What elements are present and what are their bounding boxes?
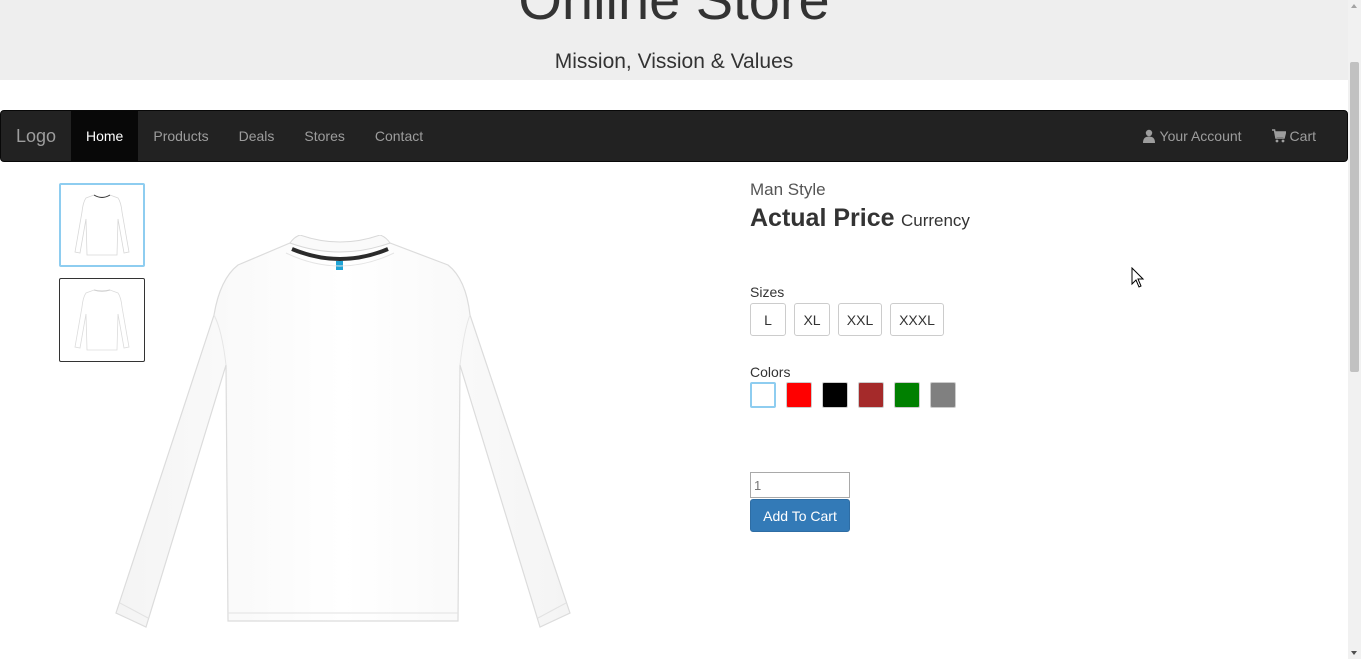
scrollbar-thumb[interactable] — [1350, 62, 1359, 372]
colors-label: Colors — [750, 364, 791, 380]
mouse-cursor-icon — [1131, 266, 1145, 289]
nav-item-stores[interactable]: Stores — [289, 111, 359, 161]
color-swatch-red[interactable] — [786, 382, 812, 408]
nav-right: Your Account Cart — [1127, 111, 1331, 161]
nav-item-deals[interactable]: Deals — [224, 111, 290, 161]
page-scrollbar[interactable] — [1348, 0, 1361, 659]
jumbotron: Online Store Mission, Vission & Values — [0, 0, 1348, 80]
color-swatch-brown[interactable] — [858, 382, 884, 408]
user-icon — [1142, 129, 1156, 143]
navbar-brand[interactable]: Logo — [16, 111, 56, 161]
color-swatch-green[interactable] — [894, 382, 920, 408]
color-swatch-white[interactable] — [750, 382, 776, 408]
nav-left: Home Products Deals Stores Contact — [71, 111, 438, 161]
cart-icon — [1271, 129, 1286, 143]
nav-item-cart[interactable]: Cart — [1257, 111, 1331, 161]
size-option-xl[interactable]: XL — [794, 303, 830, 336]
nav-item-account[interactable]: Your Account — [1127, 111, 1257, 161]
color-swatch-gray[interactable] — [930, 382, 956, 408]
quantity-input[interactable] — [750, 472, 850, 498]
scroll-down-arrow-icon[interactable] — [1351, 651, 1357, 655]
size-option-xxl[interactable]: XXL — [838, 303, 882, 336]
product-main-image — [110, 234, 580, 635]
size-option-l[interactable]: L — [750, 303, 786, 336]
add-to-cart-button[interactable]: Add To Cart — [750, 499, 850, 532]
product-currency: Currency — [900, 211, 970, 230]
color-swatch-black[interactable] — [822, 382, 848, 408]
product-price-line: Actual Price Currency — [750, 204, 970, 233]
navbar: Logo Home Products Deals Stores Contact … — [0, 110, 1348, 162]
color-options — [750, 382, 956, 408]
size-option-xxxl[interactable]: XXXL — [890, 303, 944, 336]
cart-label: Cart — [1289, 128, 1316, 144]
nav-item-home[interactable]: Home — [71, 111, 139, 161]
sizes-label: Sizes — [750, 284, 785, 300]
site-title: Online Store — [0, 0, 1348, 30]
product-brand: Man Style — [750, 180, 826, 199]
account-label: Your Account — [1159, 128, 1242, 144]
nav-item-contact[interactable]: Contact — [360, 111, 438, 161]
product-price: Actual Price — [750, 204, 895, 232]
site-subtitle: Mission, Vission & Values — [554, 50, 794, 73]
nav-item-products[interactable]: Products — [138, 111, 223, 161]
size-options: L XL XXL XXXL — [750, 303, 944, 336]
scroll-up-arrow-icon[interactable] — [1351, 4, 1357, 8]
